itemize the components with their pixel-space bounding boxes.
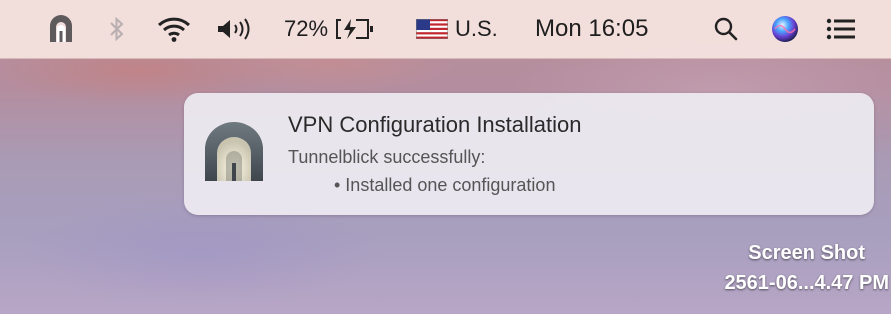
tunnelblick-menu-icon[interactable] bbox=[48, 0, 74, 58]
desktop-file-label-line1[interactable]: Screen Shot bbox=[625, 242, 865, 265]
spotlight-menu-icon[interactable] bbox=[713, 0, 739, 58]
us-flag-icon bbox=[416, 19, 448, 39]
bluetooth-icon bbox=[110, 16, 124, 42]
siri-icon bbox=[772, 16, 798, 42]
menu-bar: 72% U.S. Mon 16:05 bbox=[0, 0, 891, 59]
battery-menu[interactable]: 72% bbox=[284, 0, 376, 58]
wifi-icon bbox=[157, 17, 191, 42]
tunnelblick-app-icon bbox=[205, 122, 263, 181]
clock-menu[interactable]: Mon 16:05 bbox=[535, 0, 648, 58]
volume-menu-icon[interactable] bbox=[215, 0, 257, 58]
battery-percentage: 72% bbox=[284, 16, 329, 41]
input-source-label: U.S. bbox=[455, 16, 498, 41]
desktop-file-label-line2[interactable]: 2561-06...4.47 PM bbox=[649, 272, 889, 295]
search-icon bbox=[714, 17, 738, 41]
list-icon bbox=[826, 18, 855, 40]
wifi-menu-icon[interactable] bbox=[157, 0, 191, 58]
siri-menu-icon[interactable] bbox=[770, 0, 800, 58]
input-source-menu[interactable]: U.S. bbox=[416, 0, 498, 58]
notification-subtitle: Tunnelblick successfully: bbox=[288, 147, 486, 167]
volume-icon bbox=[218, 18, 250, 40]
tunnel-icon bbox=[50, 15, 72, 42]
battery-charging-icon bbox=[336, 19, 374, 39]
vpn-notification-banner[interactable]: VPN Configuration Installation Tunnelbli… bbox=[184, 93, 874, 215]
clock-label: Mon 16:05 bbox=[535, 15, 649, 42]
bluetooth-menu-icon[interactable] bbox=[108, 0, 126, 58]
notification-center-menu-icon[interactable] bbox=[826, 0, 856, 58]
notification-title: VPN Configuration Installation bbox=[288, 112, 582, 137]
notification-bullet: • Installed one configuration bbox=[334, 175, 556, 195]
